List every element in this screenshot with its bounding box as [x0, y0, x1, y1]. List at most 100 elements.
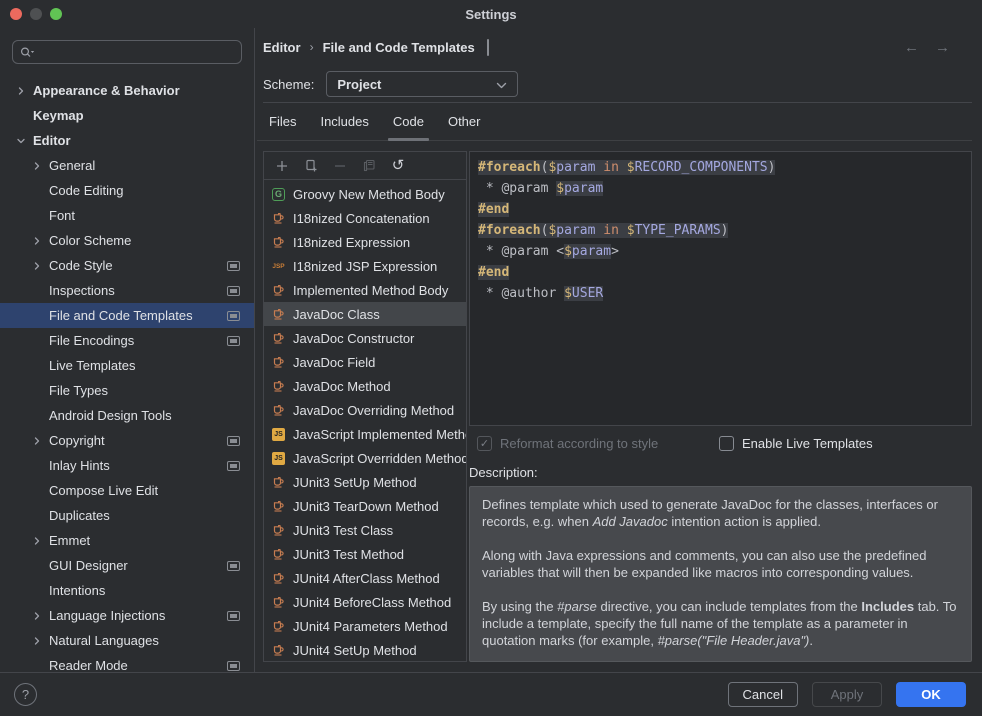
tab-includes[interactable]: Includes	[308, 103, 380, 140]
tab-other[interactable]: Other	[436, 103, 493, 140]
sidebar-item-android-design-tools[interactable]: Android Design Tools	[0, 403, 254, 428]
create-template-icon[interactable]	[304, 159, 318, 173]
sidebar-item-file-and-code-templates[interactable]: File and Code Templates	[0, 303, 254, 328]
jsp-template-icon: JSP	[271, 263, 286, 270]
help-button[interactable]: ?	[14, 683, 37, 706]
duplicate-icon[interactable]	[362, 159, 376, 173]
sidebar-item-file-types[interactable]: File Types	[0, 378, 254, 403]
breadcrumb: Editor › File and Code Templates ← →	[263, 28, 972, 66]
reset-icon[interactable]: ↺	[391, 159, 405, 173]
template-code-editor[interactable]: #foreach($param in $RECORD_COMPONENTS) *…	[469, 151, 972, 426]
template-item-javadoc-field[interactable]: JavaDoc Field	[264, 350, 466, 374]
ok-button[interactable]: OK	[896, 682, 966, 707]
sidebar-item-code-style[interactable]: Code Style	[0, 253, 254, 278]
cancel-button[interactable]: Cancel	[728, 682, 798, 707]
enable-live-templates-checkbox[interactable]: Enable Live Templates	[719, 436, 873, 451]
add-icon[interactable]	[275, 159, 289, 173]
sidebar-item-font[interactable]: Font	[0, 203, 254, 228]
template-item-i18nized-jsp-expression[interactable]: JSP I18nized JSP Expression	[264, 254, 466, 278]
scheme-select[interactable]: Project	[326, 71, 518, 97]
sidebar-item-inlay-hints[interactable]: Inlay Hints	[0, 453, 254, 478]
breadcrumb-page-title: File and Code Templates	[323, 40, 475, 55]
forward-arrow-icon[interactable]: →	[935, 39, 950, 56]
checkbox-checked-icon	[477, 436, 492, 451]
settings-search-input[interactable]	[12, 40, 242, 64]
template-tabs: FilesIncludesCodeOther	[257, 103, 972, 141]
screen-icon	[227, 611, 240, 621]
sidebar-item-compose-live-edit[interactable]: Compose Live Edit	[0, 478, 254, 503]
template-item-junit3-test-class[interactable]: JUnit3 Test Class	[264, 518, 466, 542]
template-item-javadoc-class[interactable]: JavaDoc Class	[264, 302, 466, 326]
chevron-right-icon[interactable]	[32, 236, 49, 246]
sidebar-item-label: Code Style	[49, 258, 113, 273]
template-item-javadoc-constructor[interactable]: JavaDoc Constructor	[264, 326, 466, 350]
template-item-label: JavaDoc Overriding Method	[293, 403, 454, 418]
template-item-javadoc-method[interactable]: JavaDoc Method	[264, 374, 466, 398]
sidebar-item-duplicates[interactable]: Duplicates	[0, 503, 254, 528]
sidebar-item-copyright[interactable]: Copyright	[0, 428, 254, 453]
remove-icon[interactable]	[333, 159, 347, 173]
sidebar-item-editor[interactable]: Editor	[0, 128, 254, 153]
java-template-icon	[271, 284, 286, 297]
settings-tree: Appearance & BehaviorKeymap Editor General…	[0, 78, 254, 672]
sidebar-item-live-templates[interactable]: Live Templates	[0, 353, 254, 378]
apply-button[interactable]: Apply	[812, 682, 882, 707]
template-item-junit3-setup-method[interactable]: JUnit3 SetUp Method	[264, 470, 466, 494]
sidebar-item-label: Inlay Hints	[49, 458, 110, 473]
sidebar-item-label: Copyright	[49, 433, 105, 448]
template-item-implemented-method-body[interactable]: Implemented Method Body	[264, 278, 466, 302]
chevron-right-icon[interactable]	[32, 436, 49, 446]
description-label: Description:	[469, 465, 972, 480]
template-item-javascript-implemented-method[interactable]: JSJavaScript Implemented Method	[264, 422, 466, 446]
sidebar-item-general[interactable]: General	[0, 153, 254, 178]
sidebar-item-intentions[interactable]: Intentions	[0, 578, 254, 603]
chevron-right-icon[interactable]	[32, 261, 49, 271]
description-paragraph: Defines template which used to generate …	[482, 496, 959, 530]
chevron-right-icon[interactable]	[32, 536, 49, 546]
back-arrow-icon[interactable]: ←	[904, 39, 919, 56]
sidebar-item-keymap[interactable]: Keymap	[0, 103, 254, 128]
template-item-junit3-test-method[interactable]: JUnit3 Test Method	[264, 542, 466, 566]
template-item-junit4-setup-method[interactable]: JUnit4 SetUp Method	[264, 638, 466, 661]
chevron-right-icon[interactable]	[16, 86, 33, 96]
sidebar-item-reader-mode[interactable]: Reader Mode	[0, 653, 254, 672]
template-item-i18nized-concatenation[interactable]: I18nized Concatenation	[264, 206, 466, 230]
reformat-checkbox[interactable]: Reformat according to style	[477, 436, 719, 451]
sidebar-item-color-scheme[interactable]: Color Scheme	[0, 228, 254, 253]
template-item-label: I18nized JSP Expression	[293, 259, 437, 274]
template-item-i18nized-expression[interactable]: I18nized Expression	[264, 230, 466, 254]
tab-code[interactable]: Code	[381, 103, 436, 140]
sidebar-item-inspections[interactable]: Inspections	[0, 278, 254, 303]
breadcrumb-editor[interactable]: Editor	[263, 40, 301, 55]
sidebar-item-emmet[interactable]: Emmet	[0, 528, 254, 553]
code-line: * @param $param	[478, 178, 963, 199]
sidebar-item-appearance-behavior[interactable]: Appearance & Behavior	[0, 78, 254, 103]
screen-icon	[227, 461, 240, 471]
sidebar-item-gui-designer[interactable]: GUI Designer	[0, 553, 254, 578]
template-item-junit4-beforeclass-method[interactable]: JUnit4 BeforeClass Method	[264, 590, 466, 614]
breadcrumb-separator-icon: ›	[310, 40, 314, 54]
chevron-right-icon[interactable]	[32, 636, 49, 646]
java-template-icon	[271, 644, 286, 657]
sidebar-item-label: Emmet	[49, 533, 90, 548]
chevron-right-icon[interactable]	[32, 161, 49, 171]
sidebar-item-file-encodings[interactable]: File Encodings	[0, 328, 254, 353]
template-item-junit3-teardown-method[interactable]: JUnit3 TearDown Method	[264, 494, 466, 518]
sidebar-item-natural-languages[interactable]: Natural Languages	[0, 628, 254, 653]
chevron-right-icon[interactable]	[32, 611, 49, 621]
sidebar-item-language-injections[interactable]: Language Injections	[0, 603, 254, 628]
java-template-icon	[271, 524, 286, 537]
sidebar-item-label: Editor	[33, 133, 71, 148]
sidebar-item-code-editing[interactable]: Code Editing	[0, 178, 254, 203]
template-item-junit4-parameters-method[interactable]: JUnit4 Parameters Method	[264, 614, 466, 638]
code-line: * @param <$param>	[478, 241, 963, 262]
scheme-row: Scheme: Project	[263, 66, 972, 102]
template-item-groovy-new-method-body[interactable]: GGroovy New Method Body	[264, 182, 466, 206]
template-item-junit4-afterclass-method[interactable]: JUnit4 AfterClass Method	[264, 566, 466, 590]
template-item-javadoc-overriding-method[interactable]: JavaDoc Overriding Method	[264, 398, 466, 422]
chevron-down-icon[interactable]	[16, 136, 33, 146]
template-item-javascript-overridden-method[interactable]: JSJavaScript Overridden Method	[264, 446, 466, 470]
tab-files[interactable]: Files	[257, 103, 308, 140]
java-template-icon	[271, 404, 286, 417]
description-box: Defines template which used to generate …	[469, 486, 972, 662]
